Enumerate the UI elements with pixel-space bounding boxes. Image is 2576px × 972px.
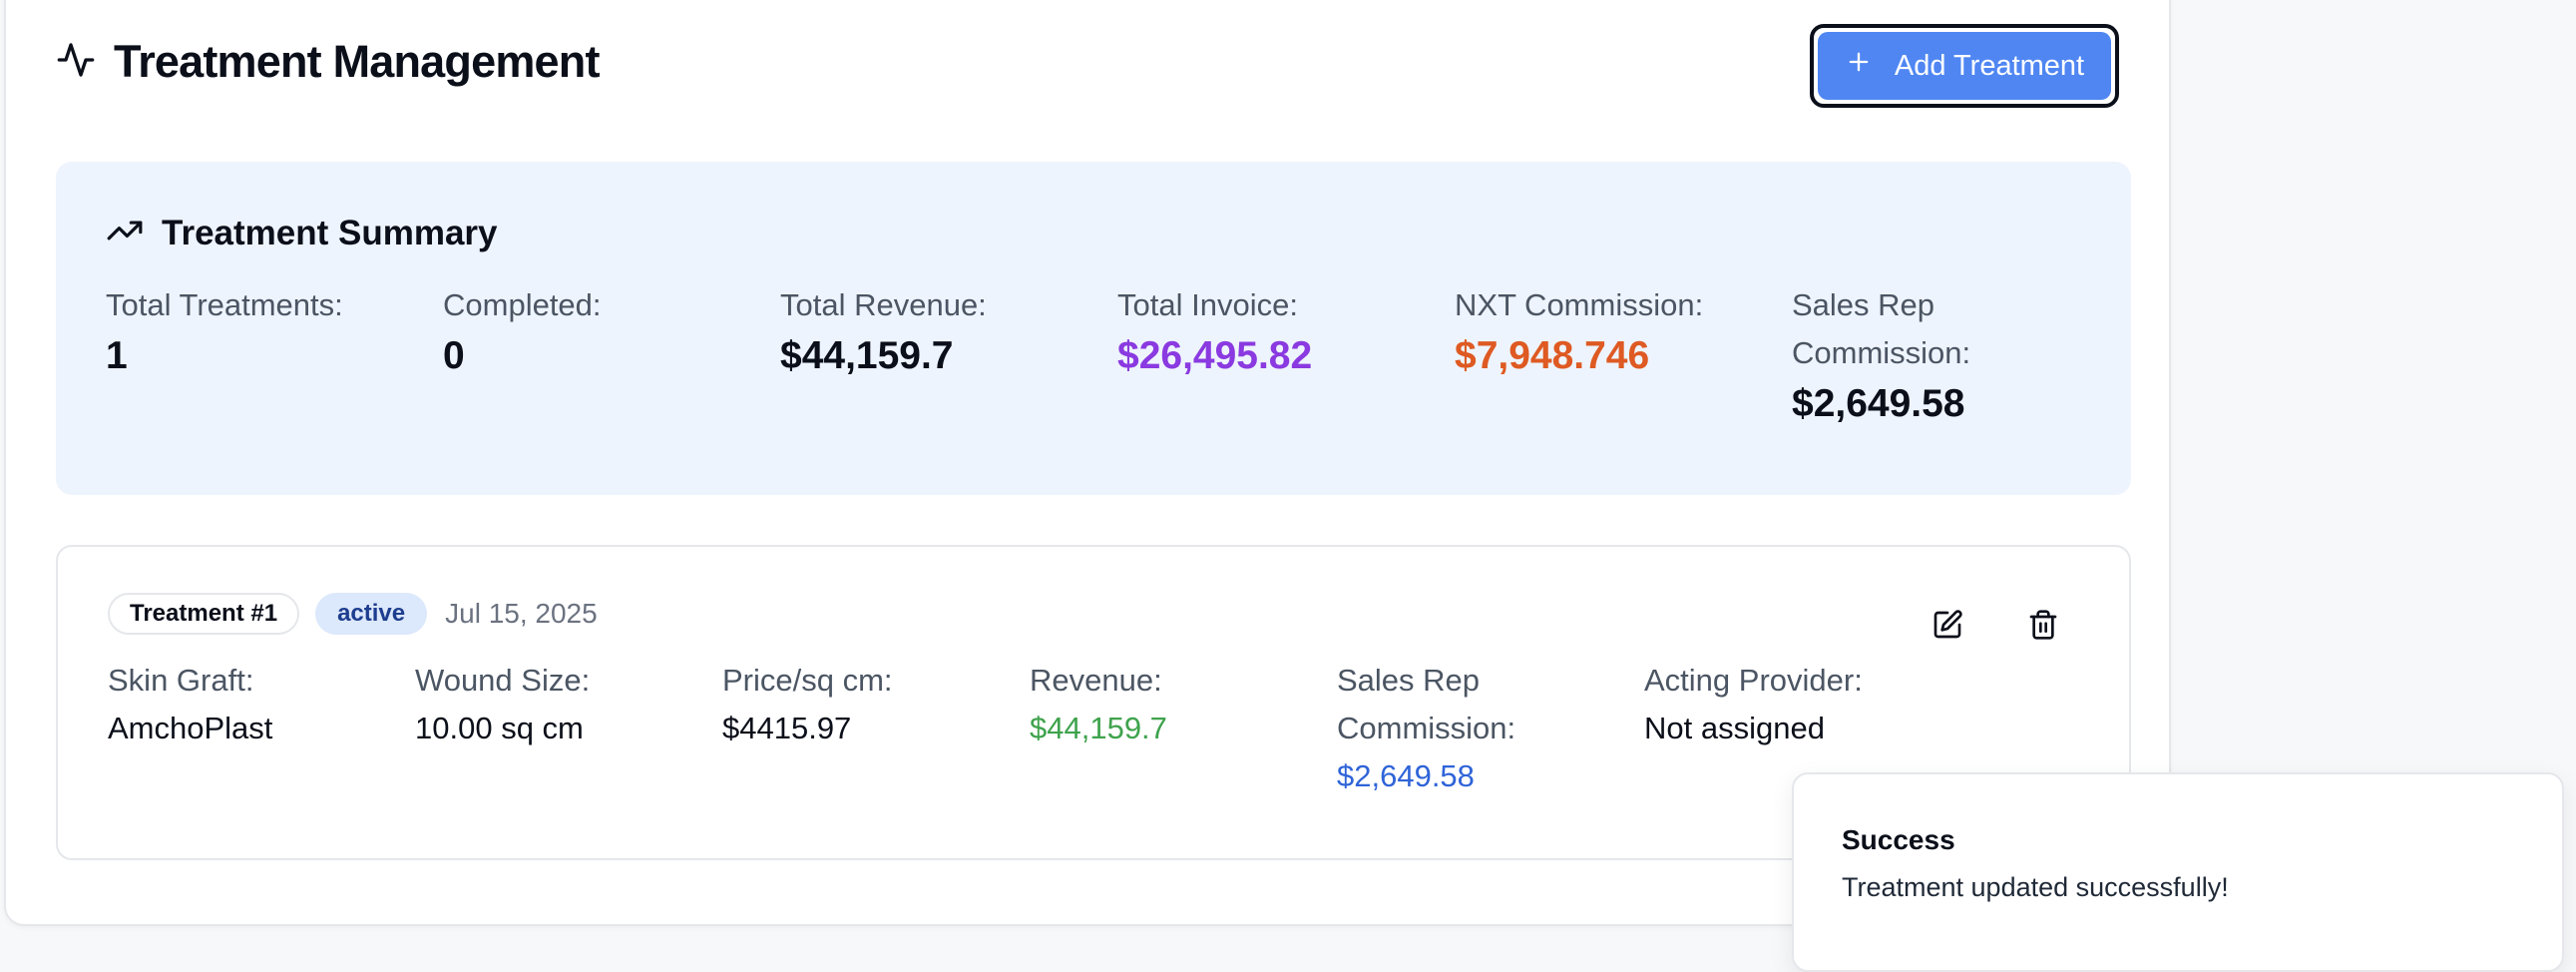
add-treatment-button-inner[interactable]: Add Treatment <box>1818 32 2111 100</box>
toast-message: Treatment updated successfully! <box>1842 872 2229 902</box>
treatment-number-chip: Treatment #1 <box>108 593 300 635</box>
stat-value: 0 <box>443 334 465 377</box>
field-price-per-sq-cm: Price/sq cm: $4415.97 <box>722 657 1012 752</box>
add-treatment-label: Add Treatment <box>1894 49 2085 82</box>
stat-completed: Completed: 0 <box>443 281 742 381</box>
field-acting-provider: Acting Provider: Not assigned <box>1644 657 1943 752</box>
stat-total-treatments: Total Treatments: 1 <box>106 281 405 381</box>
field-label: Acting Provider: <box>1644 663 1863 698</box>
treatment-summary-panel: Treatment Summary Total Treatments: 1 Co… <box>56 162 2131 495</box>
delete-treatment-button[interactable] <box>2017 601 2069 653</box>
plus-icon <box>1845 48 1873 84</box>
field-label: Skin Graft: <box>108 663 254 698</box>
field-value: $4415.97 <box>722 711 852 745</box>
field-label: Wound Size: <box>415 663 591 698</box>
edit-icon <box>1932 609 1963 646</box>
treatment-date: Jul 15, 2025 <box>445 598 598 629</box>
stat-label: Total Treatments: <box>106 287 343 322</box>
field-value: AmchoPlast <box>108 711 273 745</box>
stat-value: $44,159.7 <box>780 334 954 377</box>
field-wound-size: Wound Size: 10.00 sq cm <box>415 657 704 752</box>
summary-title: Treatment Summary <box>162 213 498 252</box>
stat-label: NXT Commission: <box>1455 287 1704 322</box>
summary-stats: Total Treatments: 1 Completed: 0 Total R… <box>106 281 2101 461</box>
stat-label: Completed: <box>443 287 602 322</box>
field-revenue: Revenue: $44,159.7 <box>1030 657 1319 752</box>
field-label: Price/sq cm: <box>722 663 893 698</box>
stat-sales-rep-commission: Sales Rep Commission: $2,649.58 <box>1792 281 2031 429</box>
treatment-tags: Treatment #1 active Jul 15, 2025 <box>108 593 598 635</box>
field-value: $2,649.58 <box>1337 758 1475 793</box>
stat-label: Total Revenue: <box>780 287 987 322</box>
summary-header: Treatment Summary <box>106 212 498 254</box>
field-sales-rep-commission: Sales Rep Commission: $2,649.58 <box>1337 657 1556 800</box>
field-value: 10.00 sq cm <box>415 711 584 745</box>
stat-nxt-commission: NXT Commission: $7,948.746 <box>1455 281 1754 381</box>
field-value: $44,159.7 <box>1030 711 1167 745</box>
stat-value: 1 <box>106 334 128 377</box>
status-badge: active <box>315 593 428 635</box>
stat-value: $26,495.82 <box>1117 334 1313 377</box>
activity-icon <box>56 40 96 85</box>
field-value: Not assigned <box>1644 711 1825 745</box>
page-header: Treatment Management Add Treatment <box>56 12 2119 112</box>
stat-value: $2,649.58 <box>1792 382 1965 425</box>
field-label: Sales Rep Commission: <box>1337 663 1516 745</box>
edit-treatment-button[interactable] <box>1922 601 1973 653</box>
trending-up-icon <box>106 212 144 254</box>
treatment-fields: Skin Graft: AmchoPlast Wound Size: 10.00… <box>108 657 2003 836</box>
stat-value: $7,948.746 <box>1455 334 1650 377</box>
stat-total-invoice: Total Invoice: $26,495.82 <box>1117 281 1417 381</box>
stat-label: Total Invoice: <box>1117 287 1298 322</box>
success-toast[interactable]: Success Treatment updated successfully! <box>1792 772 2564 972</box>
stat-total-revenue: Total Revenue: $44,159.7 <box>780 281 1079 381</box>
toast-title: Success <box>1842 824 1955 855</box>
stat-label: Sales Rep Commission: <box>1792 287 1971 370</box>
field-skin-graft: Skin Graft: AmchoPlast <box>108 657 397 752</box>
trash-icon <box>2027 609 2059 646</box>
page-title: Treatment Management <box>114 36 600 87</box>
add-treatment-button[interactable]: Add Treatment <box>1810 24 2119 108</box>
field-label: Revenue: <box>1030 663 1162 698</box>
title-wrap: Treatment Management <box>56 36 600 88</box>
